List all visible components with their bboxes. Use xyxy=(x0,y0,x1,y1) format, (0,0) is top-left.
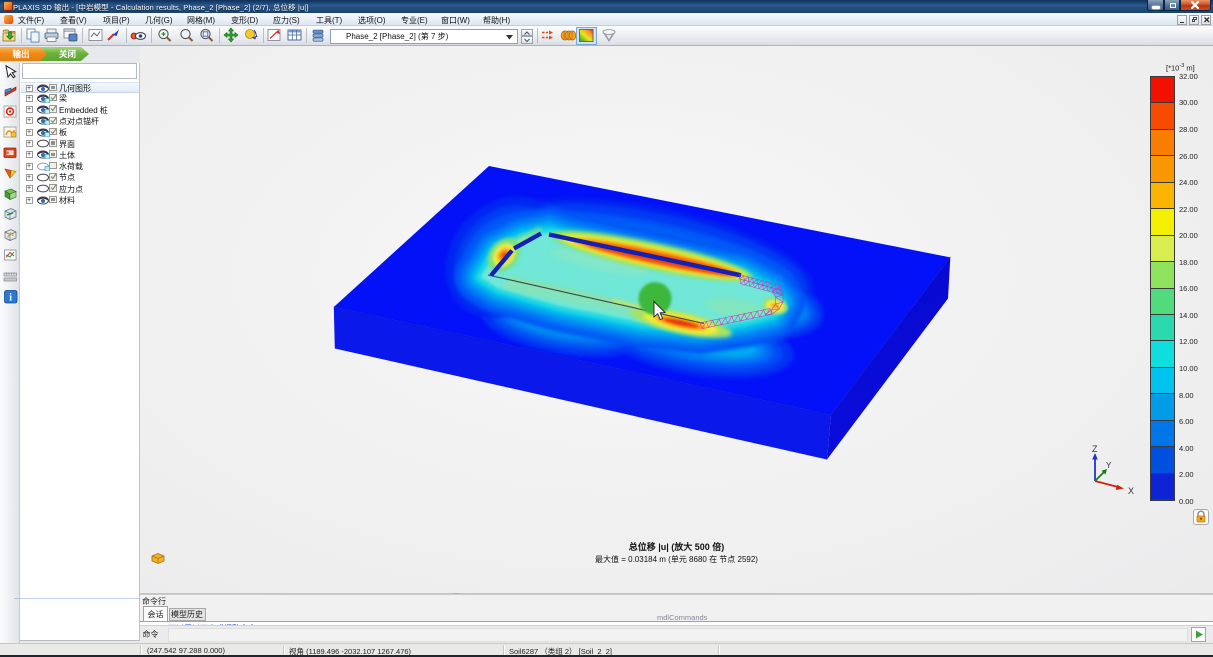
svg-text:i: i xyxy=(9,293,12,304)
svg-text:Z: Z xyxy=(1092,444,1098,454)
svg-text:Y: Y xyxy=(1106,461,1112,470)
svg-text:X: X xyxy=(1128,486,1134,496)
